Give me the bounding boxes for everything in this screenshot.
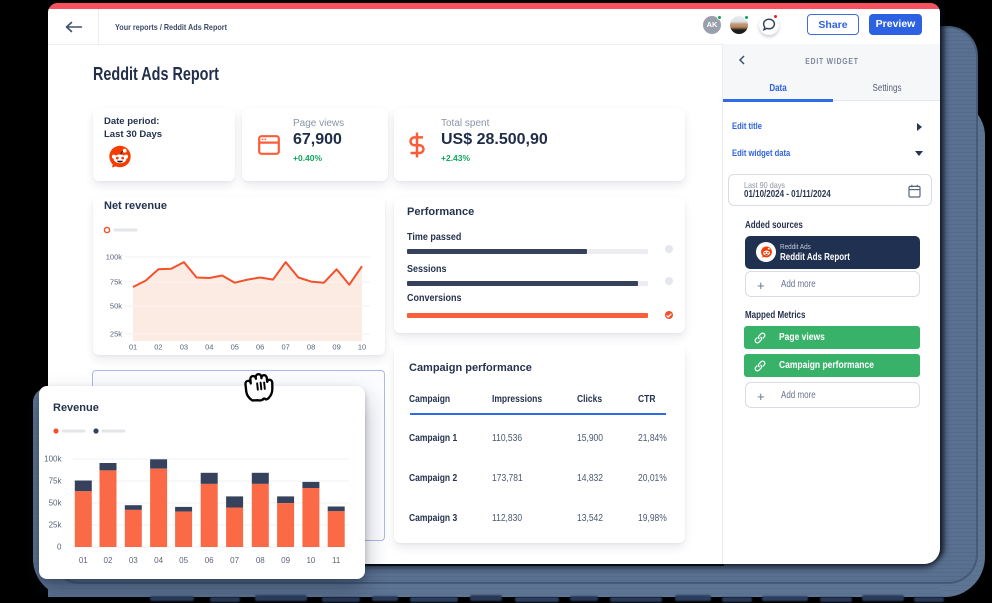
svg-text:02: 02 xyxy=(154,343,162,352)
svg-text:100k: 100k xyxy=(106,253,123,262)
svg-text:11: 11 xyxy=(332,556,341,565)
svg-text:06: 06 xyxy=(256,343,264,352)
svg-text:50k: 50k xyxy=(110,302,122,311)
svg-text:06: 06 xyxy=(205,556,214,565)
svg-text:75k: 75k xyxy=(49,477,63,486)
svg-text:07: 07 xyxy=(282,343,290,352)
svg-text:05: 05 xyxy=(179,556,188,565)
svg-text:10: 10 xyxy=(306,556,315,565)
svg-text:100k: 100k xyxy=(44,455,62,464)
svg-text:75k: 75k xyxy=(110,278,122,287)
svg-text:25k: 25k xyxy=(49,521,63,530)
svg-text:0: 0 xyxy=(57,543,62,552)
svg-text:01: 01 xyxy=(79,556,88,565)
svg-text:04: 04 xyxy=(205,343,213,352)
svg-text:02: 02 xyxy=(104,556,113,565)
svg-text:03: 03 xyxy=(180,343,188,352)
svg-text:25k: 25k xyxy=(110,330,122,339)
svg-text:10: 10 xyxy=(358,343,366,352)
svg-text:05: 05 xyxy=(231,343,239,352)
svg-text:09: 09 xyxy=(281,556,290,565)
svg-text:04: 04 xyxy=(154,556,163,565)
svg-text:07: 07 xyxy=(230,556,239,565)
svg-text:03: 03 xyxy=(129,556,138,565)
svg-text:08: 08 xyxy=(307,343,315,352)
svg-text:08: 08 xyxy=(256,556,265,565)
svg-text:01: 01 xyxy=(129,343,137,352)
svg-text:09: 09 xyxy=(332,343,340,352)
svg-text:50k: 50k xyxy=(49,499,63,508)
